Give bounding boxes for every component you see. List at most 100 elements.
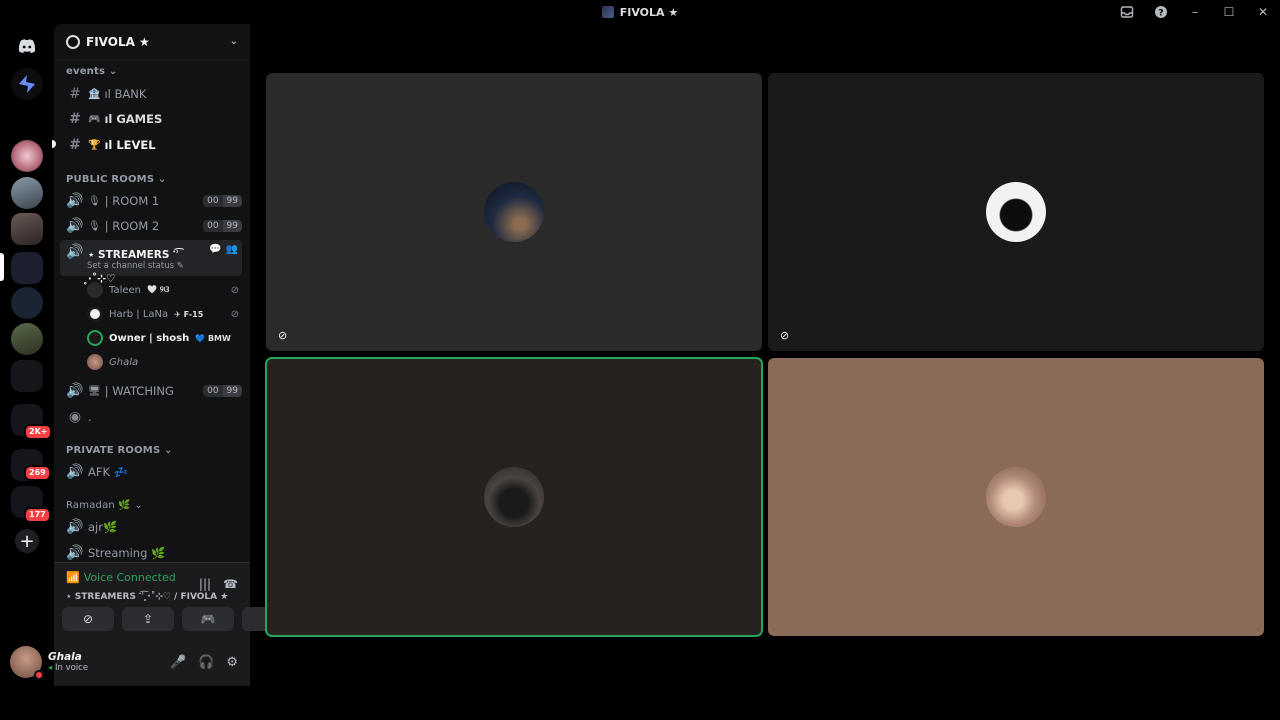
muted-mic-icon: ⊘ [230,308,239,320]
voice-user-owner-shosh[interactable]: Owner | shosh 💙 BMW [87,327,239,349]
server-icon-8[interactable] [11,323,43,355]
add-member-icon[interactable]: 👥 [226,244,238,255]
voice-user-ghala[interactable]: Ghala [87,351,239,373]
voice-actions: ||| ☎ [199,577,238,591]
voice-channel-room-1[interactable]: 🔊 🎙 | ROOM 1 00 99 [60,189,242,213]
trophy-icon: 🏆 [88,139,101,151]
voice-user-harb-lana[interactable]: Harb | LaNa ✈ F-15 ⊘ [87,303,239,325]
user-count: 00 [203,385,223,397]
window-title-text: FIVOLA ★ [619,5,679,19]
server-icon-5[interactable] [11,213,43,245]
user-count: 00 [203,220,223,232]
add-server-icon[interactable]: + [15,529,39,553]
channel-label: ıl LEVEL [104,138,156,152]
channel-label: AFK 💤 [88,465,128,479]
user-controls: 🎤 🎧 ⚙ [170,655,248,670]
voice-user-name: Ghala [109,356,139,368]
voice-user-name: Taleen [109,284,142,296]
voice-indicator-icon: ◂ [48,663,53,673]
server-icon-1[interactable] [11,68,43,100]
selected-server-pill [0,253,4,281]
voice-channel-room-2[interactable]: 🔊 🎙 | ROOM 2 00 99 [60,214,242,238]
video-tile[interactable]: ⊘ [266,73,762,351]
stage-icon: ◉ [68,409,82,425]
speaker-icon: 🔊 [66,193,84,209]
voice-status[interactable]: 📶 Voice Connected [66,571,176,584]
speaker-icon: 🔊 [66,218,84,234]
server-folder-icon-2[interactable] [11,360,43,392]
server-icon [601,6,614,18]
headphones-icon[interactable]: 🎧 [198,655,214,670]
avatar [87,330,103,346]
speaker-icon: 🔊 [66,464,84,480]
server-icon-7[interactable] [11,287,43,319]
speaker-icon: 🔊 [66,244,84,260]
channel-actions: 💬 👥 [209,244,242,255]
activity-icon[interactable]: 🎮 [182,607,234,631]
help-icon[interactable]: ? [1144,0,1178,24]
svg-text:?: ? [1158,9,1163,19]
settings-icon[interactable]: ⚙ [226,655,238,670]
stage-channel[interactable]: ◉ . [60,405,242,429]
category-public-rooms[interactable]: PUBLIC ROOMS ⌄ [66,174,167,185]
category-label: events [66,66,106,77]
microphone-icon: 🎙 [88,195,101,207]
user-limit-max: 99 [222,220,242,232]
mention-badge: 269 [24,465,51,481]
channel-label: Streaming 🌿 [88,546,166,560]
user-limit: 00 99 [203,195,242,207]
voice-channel-watching[interactable]: 🔊 🖥 | WATCHING 00 99 [60,379,242,403]
chat-bubble-icon[interactable]: 💬 [209,244,221,255]
video-tile[interactable]: ⊘ [768,73,1264,351]
noise-suppression-icon[interactable]: ||| [199,577,211,591]
guild-header[interactable]: FIVOLA ★ ⌄ [54,24,250,60]
avatar[interactable] [10,646,44,680]
close-icon[interactable]: ✕ [1246,0,1280,24]
voice-user-name: Harb | LaNa [109,308,169,320]
server-icon-4[interactable] [11,177,43,209]
avatar [986,467,1046,527]
server-icon-2[interactable] [11,104,43,136]
microphone-icon[interactable]: 🎤 [170,655,186,670]
guild-badge-icon [66,34,80,49]
screen-share-icon[interactable]: ⇪ [122,607,174,631]
server-folder-icon[interactable] [11,252,43,284]
voice-user-taleen[interactable]: Taleen 🤍 ୨ଓ ⊘ [87,279,239,301]
category-private-rooms[interactable]: PRIVATE ROOMS ⌄ [66,445,173,456]
bank-icon: 🏦 [88,88,101,100]
user-name: Ghala [48,651,82,663]
monitor-icon: 🖥 [88,385,101,397]
camera-off-icon[interactable]: ⊘ [62,607,114,631]
category-ramadan[interactable]: Ramadan 🌿 ⌄ [66,500,143,511]
muted-mic-icon: ⊘ [230,284,239,296]
avatar [484,182,544,242]
voice-channel-ajr[interactable]: 🔊 ajr🌿 [60,515,242,539]
maximize-icon[interactable]: ☐ [1212,0,1246,24]
muted-mic-icon: ⊘ [780,329,790,342]
video-tile-speaking[interactable] [265,357,763,637]
discord-home-icon[interactable] [11,30,43,62]
user-tag: 💙 BMW [195,333,231,343]
voice-status-text: Voice Connected [83,571,176,584]
channel-games[interactable]: # 🎮 ıl GAMES [60,107,242,131]
user-info[interactable]: Ghala ◂ In voice [48,651,88,673]
channel-status[interactable]: Set a channel status ✎ [87,261,184,271]
category-events[interactable]: events ⌄ [66,66,117,77]
voice-channel-afk[interactable]: 🔊 AFK 💤 [60,460,242,484]
status-dot [34,670,44,680]
avatar [87,306,103,322]
window-title: FIVOLA ★ [601,5,679,19]
channel-label: ıl BANK [104,87,147,101]
channel-label: ıl GAMES [104,112,163,126]
server-icon-3[interactable] [11,140,43,172]
minimize-icon[interactable]: – [1178,0,1212,24]
channel-status-text: Set a channel status [87,261,175,271]
disconnect-icon[interactable]: ☎ [223,577,238,591]
channel-bank[interactable]: # 🏦 ıl BANK [60,82,242,106]
channel-list: events ⌄ # 🏦 ıl BANK # 🎮 ıl GAMES # 🏆 ıl… [52,60,250,592]
inbox-icon[interactable] [1110,0,1144,24]
channel-label: | ROOM 2 [104,219,160,233]
channel-level[interactable]: # 🏆 ıl LEVEL [60,133,242,157]
video-tile[interactable] [768,358,1264,636]
guild-name: FIVOLA ★ [86,34,150,49]
